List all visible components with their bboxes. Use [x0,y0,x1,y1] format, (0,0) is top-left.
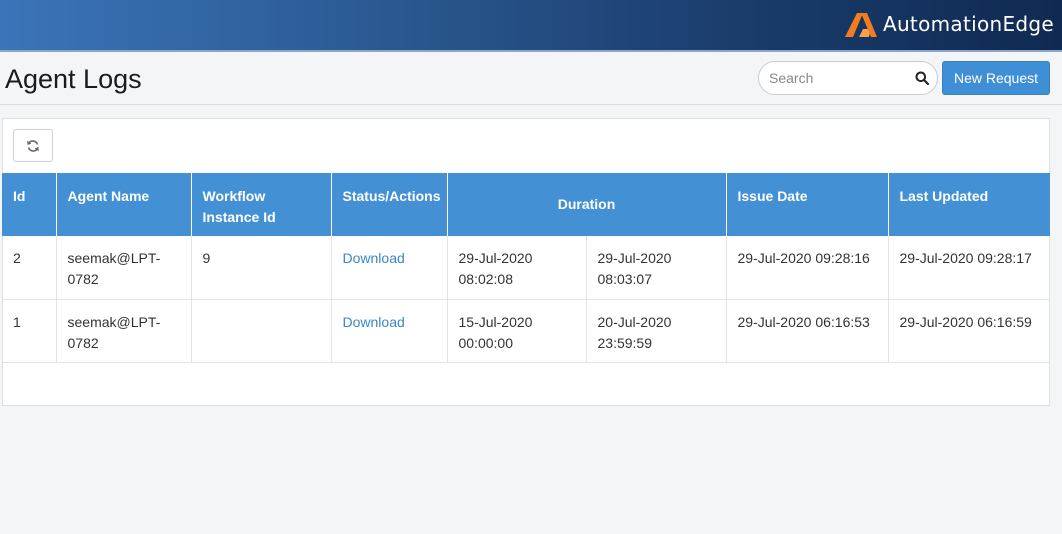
download-link[interactable]: Download [343,250,405,266]
table-header-row: Id Agent Name Workflow Instance Id Statu… [2,173,1050,236]
search-box[interactable] [758,61,938,95]
cell-issue-date: 29-Jul-2020 09:28:16 [726,236,889,300]
refresh-button[interactable] [13,129,53,162]
cell-duration-end: 29-Jul-2020 08:03:07 [586,236,727,300]
table-row: 1 seemak@LPT-0782 Download 15-Jul-2020 0… [2,299,1050,363]
cell-agent-name: seemak@LPT-0782 [56,299,192,363]
refresh-icon [27,139,39,152]
column-header-last-updated[interactable]: Last Updated [888,173,1050,236]
search-input[interactable] [769,68,909,88]
cell-id: 1 [2,299,57,363]
page-header: Agent Logs New Request [0,54,1062,105]
new-request-button[interactable]: New Request [942,61,1050,95]
column-header-status-actions: Status/Actions [331,173,448,236]
brand-logo[interactable]: AutomationEdge [841,4,1054,44]
download-link[interactable]: Download [343,314,405,330]
brand-name: AutomationEdge [882,12,1054,36]
cell-id: 2 [2,236,57,300]
cell-issue-date: 29-Jul-2020 06:16:53 [726,299,889,363]
column-header-agent-name[interactable]: Agent Name [56,173,192,236]
cell-workflow-instance-id: 9 [191,236,332,300]
column-header-workflow-instance-id[interactable]: Workflow Instance Id [191,173,332,236]
column-header-issue-date[interactable]: Issue Date [726,173,889,236]
cell-status-actions: Download [331,299,448,363]
column-header-duration: Duration [447,173,727,236]
automationedge-logo-icon [844,13,877,37]
page-title: Agent Logs [5,64,142,94]
column-header-id[interactable]: Id [2,173,57,236]
cell-duration-end: 20-Jul-2020 23:59:59 [586,299,727,363]
cell-last-updated: 29-Jul-2020 06:16:59 [888,299,1050,363]
cell-workflow-instance-id [191,299,332,363]
cell-duration-start: 29-Jul-2020 08:02:08 [447,236,587,300]
table-row: 2 seemak@LPT-0782 9 Download 29-Jul-2020… [2,236,1050,300]
logs-panel: Id Agent Name Workflow Instance Id Statu… [2,118,1050,406]
search-icon[interactable] [915,71,929,85]
cell-last-updated: 29-Jul-2020 09:28:17 [888,236,1050,300]
cell-duration-start: 15-Jul-2020 00:00:00 [447,299,587,363]
top-bar: AutomationEdge [0,0,1062,52]
cell-agent-name: seemak@LPT-0782 [56,236,192,300]
cell-status-actions: Download [331,236,448,300]
agent-logs-table: Id Agent Name Workflow Instance Id Statu… [2,173,1050,363]
